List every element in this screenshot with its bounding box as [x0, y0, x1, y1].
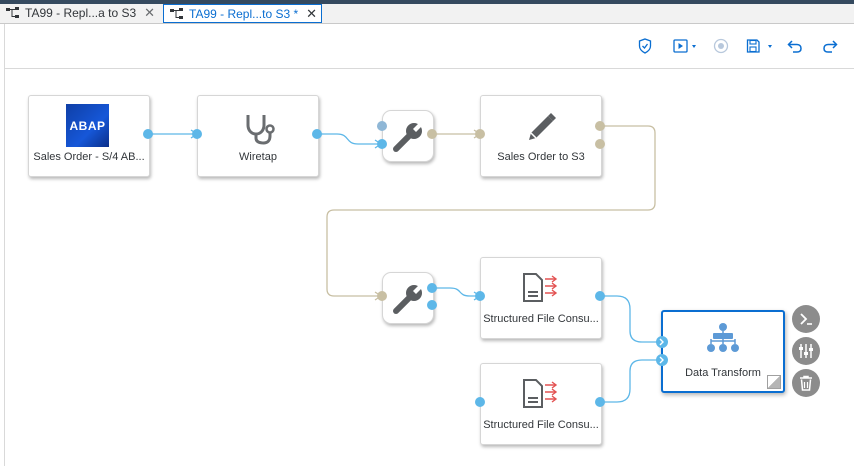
graph-toolbar [4, 24, 854, 69]
port-transform-in-a [656, 336, 668, 348]
port-wiretap-in [192, 129, 202, 139]
validate-button[interactable] [638, 36, 652, 56]
port-operator1-out [427, 129, 437, 139]
graph-icon [6, 7, 19, 18]
tab-replication-flow-active[interactable]: TA99 - Repl...to S3 * ✕ [163, 4, 322, 23]
port-transform-in-b [656, 354, 668, 366]
stop-icon [713, 38, 729, 54]
save-icon [746, 39, 772, 53]
chevron-down-icon [768, 45, 772, 48]
redo-icon [823, 40, 838, 53]
tab-label: TA99 - Repl...to S3 * [189, 6, 299, 21]
port-target-out-b [595, 139, 605, 149]
undo-button[interactable] [787, 36, 803, 56]
port-source-out [143, 129, 153, 139]
port-operator2-out-a [427, 283, 437, 293]
port-operator2-in [377, 291, 387, 301]
stop-button[interactable] [713, 36, 729, 56]
port-target-in [475, 129, 485, 139]
port-layer [143, 121, 668, 407]
editor-tab-strip: TA99 - Repl...a to S3 ✕ TA99 - Repl...to… [0, 4, 854, 24]
graph-canvas[interactable]: ABAP Sales Order - S/4 AB... Wiretap Sal… [4, 69, 854, 466]
port-consumer1-in [475, 291, 485, 301]
delete-button[interactable] [792, 369, 820, 397]
sliders-icon [799, 344, 813, 358]
port-operator2-out-b [427, 300, 437, 310]
trash-icon [800, 375, 812, 391]
redo-button[interactable] [822, 36, 838, 56]
terminal-icon [800, 313, 812, 325]
port-operator1-in-a [377, 121, 387, 131]
chevron-down-icon [692, 45, 696, 48]
configure-button[interactable] [792, 337, 820, 365]
undo-icon [787, 40, 802, 53]
run-icon [673, 39, 696, 53]
port-wiretap-out [312, 129, 322, 139]
port-consumer1-out [595, 291, 605, 301]
validate-icon [638, 38, 652, 54]
port-target-out-a [595, 121, 605, 131]
add-output-button[interactable] [792, 305, 820, 333]
save-button[interactable] [746, 36, 778, 56]
close-icon[interactable]: ✕ [144, 6, 155, 19]
port-consumer2-in [475, 397, 485, 407]
tab-label: TA99 - Repl...a to S3 [25, 6, 137, 20]
tab-replication-flow[interactable]: TA99 - Repl...a to S3 ✕ [0, 5, 160, 21]
run-button[interactable] [673, 36, 701, 56]
close-icon[interactable]: ✕ [306, 7, 317, 20]
graph-icon [170, 7, 183, 19]
port-operator1-in-b [377, 139, 387, 149]
port-consumer2-out [595, 397, 605, 407]
